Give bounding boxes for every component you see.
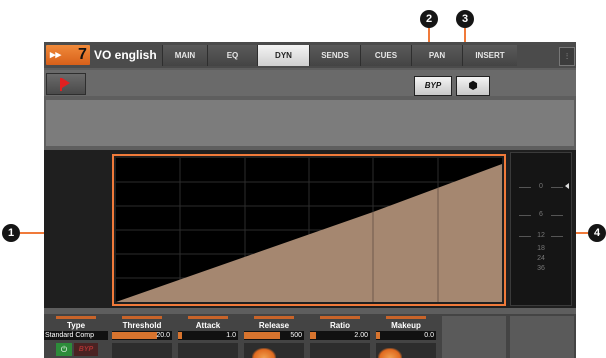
tab-pan[interactable]: PAN xyxy=(411,45,462,66)
tab-sends[interactable]: SENDS xyxy=(309,45,360,66)
control-led xyxy=(386,316,426,319)
ratio-value-text: 2.00 xyxy=(354,332,368,339)
control-led xyxy=(56,316,96,319)
control-lower xyxy=(178,343,238,358)
type-control[interactable]: Type Standard Comp ⏻ BYP xyxy=(44,316,108,358)
meter-label: 24 xyxy=(537,255,545,262)
control-led xyxy=(254,316,294,319)
control-title: Release xyxy=(258,321,290,330)
toolbar: BYP ⬢ xyxy=(44,70,576,96)
meter-tick xyxy=(519,236,531,237)
makeup-control[interactable]: Makeup 0.0 xyxy=(374,316,438,358)
makeup-knob-glow xyxy=(378,348,402,358)
control-lower xyxy=(310,343,370,358)
control-led xyxy=(188,316,228,319)
attack-value: 1.0 xyxy=(178,331,238,340)
track-number: 7 xyxy=(78,46,87,63)
control-title: Ratio xyxy=(330,321,350,330)
type-value: Standard Comp xyxy=(44,331,108,340)
release-knob-glow xyxy=(252,348,276,358)
tab-insert[interactable]: INSERT xyxy=(462,45,517,66)
threshold-value-text: 20.0 xyxy=(156,332,170,339)
flag-icon xyxy=(62,78,70,88)
meter-tick xyxy=(551,187,563,188)
track-name: VO english xyxy=(94,48,157,62)
track-number-badge[interactable]: ▸▸ 7 xyxy=(46,45,90,65)
control-title: Attack xyxy=(195,321,221,330)
attack-fill xyxy=(178,332,182,339)
tab-dyn[interactable]: DYN xyxy=(257,45,309,66)
callout-3: 3 xyxy=(456,10,474,28)
control-lower xyxy=(244,343,304,358)
release-fill xyxy=(244,332,280,339)
ratio-control[interactable]: Ratio 2.00 xyxy=(308,316,372,358)
power-icon: ⏻ xyxy=(60,345,68,354)
meter-label: 6 xyxy=(539,211,543,218)
control-lower xyxy=(112,343,172,358)
transfer-curve-graph[interactable] xyxy=(116,158,502,302)
flag-button[interactable] xyxy=(46,73,86,95)
tab-main[interactable]: MAIN xyxy=(162,45,207,66)
meter-label: 12 xyxy=(537,232,545,239)
threshold-control[interactable]: Threshold 20.0 xyxy=(110,316,174,358)
attack-value-text: 1.0 xyxy=(226,332,236,339)
empty-control-slot xyxy=(510,316,574,358)
control-title: Threshold xyxy=(122,321,162,330)
meter-tick xyxy=(519,215,531,216)
meter-label: 0 xyxy=(539,183,543,190)
gain-reduction-meter: 0 6 12 18 24 36 xyxy=(510,152,572,306)
type-bypass-button[interactable]: BYP xyxy=(74,343,98,356)
callout-1: 1 xyxy=(2,224,20,242)
ratio-fill xyxy=(310,332,316,339)
threshold-fill xyxy=(112,332,157,339)
cube-button[interactable]: ⬢ xyxy=(456,76,490,96)
meter-label: 18 xyxy=(537,245,545,252)
control-title: Type xyxy=(66,321,86,330)
cube-icon: ⬢ xyxy=(468,80,478,92)
callout-4: 4 xyxy=(588,224,606,242)
makeup-fill xyxy=(376,332,380,339)
power-button[interactable]: ⏻ xyxy=(56,343,72,356)
meter-label: 36 xyxy=(537,265,545,272)
makeup-value: 0.0 xyxy=(376,331,436,340)
control-led xyxy=(320,316,360,319)
tab-cues[interactable]: CUES xyxy=(360,45,411,66)
top-bar: ▸▸ 7 VO english MAIN EQ DYN SENDS CUES P… xyxy=(44,42,576,68)
meter-tick xyxy=(519,187,531,188)
meter-tick xyxy=(551,215,563,216)
control-lower xyxy=(376,343,436,358)
release-value-text: 500 xyxy=(290,332,302,339)
release-control[interactable]: Release 500 xyxy=(242,316,306,358)
plugin-info-area xyxy=(46,100,574,146)
meter-pointer-icon xyxy=(565,183,569,189)
threshold-value: 20.0 xyxy=(112,331,172,340)
tab-eq[interactable]: EQ xyxy=(207,45,257,66)
transfer-curve-svg xyxy=(116,158,502,302)
empty-control-slot xyxy=(442,316,506,358)
release-value: 500 xyxy=(244,331,304,340)
meter-icon[interactable]: ⫶ xyxy=(559,47,575,66)
attack-control[interactable]: Attack 1.0 xyxy=(176,316,240,358)
control-led xyxy=(122,316,162,319)
callout-2: 2 xyxy=(420,10,438,28)
ratio-value: 2.00 xyxy=(310,331,370,340)
bypass-button[interactable]: BYP xyxy=(414,76,452,96)
parameter-controls-bar: Type Standard Comp ⏻ BYP Threshold 20.0 … xyxy=(44,314,576,358)
control-title: Makeup xyxy=(391,321,421,330)
makeup-value-text: 0.0 xyxy=(424,332,434,339)
track-arrow-icon: ▸▸ xyxy=(50,49,62,61)
meter-tick xyxy=(551,236,563,237)
